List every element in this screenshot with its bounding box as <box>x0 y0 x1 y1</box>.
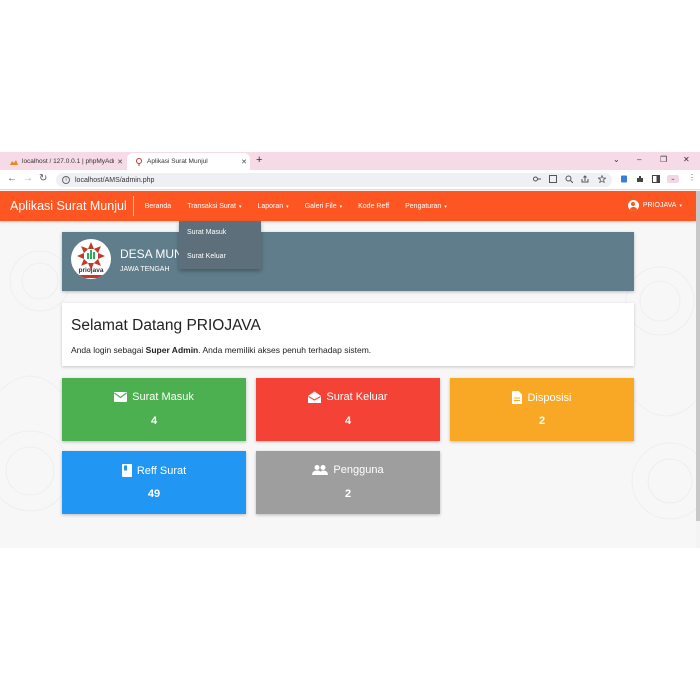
menu-label: Kode Reff <box>358 202 390 210</box>
stat-label: Surat Keluar <box>326 391 388 403</box>
village-logo: priojava <box>71 239 111 279</box>
minimize-icon[interactable]: – <box>637 155 641 164</box>
stat-title: Surat Masuk <box>62 391 246 403</box>
user-name: PRIOJAVA <box>642 202 677 209</box>
tab-search-icon[interactable]: ⌄ <box>613 155 620 164</box>
menu-label: Galeri File <box>304 202 337 210</box>
share-icon[interactable] <box>581 175 589 183</box>
browser-window: localhost / 127.0.0.1 | phpMyAdm ✕ Aplik… <box>0 152 700 548</box>
forward-icon[interactable]: → <box>23 173 33 184</box>
province-name: JAWA TENGAH <box>120 266 170 273</box>
user-menu[interactable]: PRIOJAVA ▾ <box>627 200 682 211</box>
back-icon[interactable]: ← <box>7 173 17 184</box>
menu-pengaturan[interactable]: Pengaturan ▾ <box>397 203 455 210</box>
key-icon[interactable] <box>533 175 541 183</box>
menu-galeri-file[interactable]: Galeri File ▾ <box>297 203 350 210</box>
welcome-text-before: Anda login sebagai <box>71 345 146 355</box>
welcome-text: Anda login sebagai Super Admin. Anda mem… <box>71 345 371 355</box>
url-input[interactable]: i localhost/AMS/admin.php <box>56 173 612 187</box>
restore-icon[interactable]: ❐ <box>660 155 667 164</box>
menu-label: Transaksi Surat <box>187 202 236 210</box>
stat-value: 2 <box>344 488 352 500</box>
caret-down-icon: ▾ <box>444 203 447 210</box>
stat-card-reff-surat[interactable]: Reff Surat 49 <box>62 451 246 514</box>
tab-title: localhost / 127.0.0.1 | phpMyAdm <box>22 158 114 165</box>
translate-icon[interactable] <box>549 175 557 183</box>
caret-down-icon: ▾ <box>679 202 682 209</box>
tab-strip: localhost / 127.0.0.1 | phpMyAdm ✕ Aplik… <box>0 152 700 170</box>
stat-title: Reff Surat <box>62 464 246 477</box>
menu-label: Beranda <box>144 202 172 210</box>
users-icon <box>312 465 329 475</box>
top-navbar: Aplikasi Surat Munjul Beranda Transaksi … <box>0 191 696 221</box>
mail-open-icon <box>308 391 322 403</box>
stat-title: Surat Keluar <box>256 391 440 403</box>
main-menu: Beranda Transaksi Surat ▾ Laporan ▾ Galeri… <box>137 203 455 210</box>
transaksi-surat-dropdown: Surat Masuk Surat Keluar <box>179 221 261 269</box>
stat-title: Pengguna <box>256 464 440 476</box>
profile-icon[interactable]: ▪▪ <box>667 175 679 183</box>
welcome-title: Selamat Datang PRIOJAVA <box>71 317 261 334</box>
menu-beranda[interactable]: Beranda <box>137 203 179 210</box>
caret-down-icon: ▾ <box>238 203 242 210</box>
side-panel-icon[interactable] <box>652 175 660 183</box>
tab-title: Aplikasi Surat Munjul <box>147 158 208 165</box>
site-info-icon[interactable]: i <box>62 176 70 184</box>
menu-transaksi-surat[interactable]: Transaksi Surat ▾ <box>179 203 249 210</box>
new-tab-button[interactable]: + <box>256 154 262 166</box>
app-brand[interactable]: Aplikasi Surat Munjul <box>0 196 134 216</box>
user-role: Super Admin <box>145 345 199 355</box>
account-circle-icon <box>627 200 639 211</box>
browser-menu-icon[interactable]: ⋮ <box>688 173 696 182</box>
dropdown-item-surat-masuk[interactable]: Surat Masuk <box>179 221 261 245</box>
tab-aplikasi-surat[interactable]: Aplikasi Surat Munjul ✕ <box>127 153 250 170</box>
stat-value: 2 <box>538 415 546 427</box>
stat-label: Surat Masuk <box>132 391 194 403</box>
tab-phpmyadmin[interactable]: localhost / 127.0.0.1 | phpMyAdm ✕ <box>2 153 126 170</box>
logo-text: priojava <box>78 267 104 274</box>
menu-label: Laporan <box>257 202 284 210</box>
bookmark-star-icon[interactable] <box>598 175 606 183</box>
menu-kode-reff[interactable]: Kode Reff <box>350 203 397 210</box>
welcome-card: Selamat Datang PRIOJAVA Anda login sebag… <box>62 303 634 366</box>
page-scrollbar[interactable] <box>696 191 700 521</box>
stat-label: Reff Surat <box>136 464 187 477</box>
village-name: DESA MUN <box>120 247 183 261</box>
stat-value: 49 <box>147 488 161 500</box>
caret-down-icon: ▾ <box>286 203 289 210</box>
url-text: localhost/AMS/admin.php <box>75 176 155 184</box>
stat-value: 4 <box>150 415 158 427</box>
stat-label: Disposisi <box>527 391 572 404</box>
puzzle-icon[interactable] <box>636 175 644 183</box>
document-icon <box>512 391 523 404</box>
stat-card-disposisi[interactable]: Disposisi 2 <box>450 378 634 441</box>
tab-close-icon[interactable]: ✕ <box>238 158 250 166</box>
stat-card-pengguna[interactable]: Pengguna 2 <box>256 451 440 514</box>
stat-value: 4 <box>344 415 352 427</box>
address-bar-row: ← → ↻ i localhost/AMS/admin.php ▪▪ ⋮ <box>0 170 700 190</box>
extension-blue-icon[interactable] <box>620 175 628 183</box>
welcome-text-after: . Anda memiliki akses penuh terhadap sis… <box>198 345 372 355</box>
close-window-icon[interactable]: ✕ <box>683 155 690 164</box>
stat-label: Pengguna <box>333 464 384 476</box>
tab-close-icon[interactable]: ✕ <box>114 158 126 166</box>
book-icon <box>121 464 132 477</box>
dropdown-item-surat-keluar[interactable]: Surat Keluar <box>179 245 261 269</box>
menu-label: Pengaturan <box>405 202 442 210</box>
phpmyadmin-favicon-icon <box>10 158 18 166</box>
stat-card-surat-masuk[interactable]: Surat Masuk 4 <box>62 378 246 441</box>
stat-title: Disposisi <box>450 391 634 404</box>
mail-icon <box>114 392 128 402</box>
menu-laporan[interactable]: Laporan ▾ <box>249 203 296 210</box>
zoom-icon[interactable] <box>565 175 573 183</box>
page-content: Aplikasi Surat Munjul Beranda Transaksi … <box>0 191 696 548</box>
app-favicon-icon <box>135 157 143 166</box>
reload-icon[interactable]: ↻ <box>39 173 47 184</box>
stat-card-surat-keluar[interactable]: Surat Keluar 4 <box>256 378 440 441</box>
caret-down-icon: ▾ <box>339 203 343 210</box>
village-header-card: priojava DESA MUN JAWA TENGAH <box>62 232 634 291</box>
